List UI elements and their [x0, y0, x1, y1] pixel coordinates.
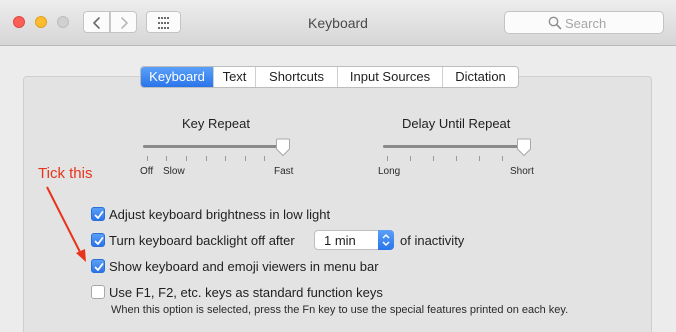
slider-tick — [245, 156, 246, 161]
slider-knob-shape — [517, 138, 531, 157]
key-repeat-title: Key Repeat — [182, 116, 250, 131]
delay-short-label: Short — [510, 166, 534, 177]
tab-dictation[interactable]: Dictation — [442, 67, 518, 87]
slider-tick — [433, 156, 434, 161]
slider-tick — [206, 156, 207, 161]
delay-slider-track[interactable] — [383, 145, 524, 148]
key-repeat-off-label: Off — [140, 166, 154, 177]
checkmark-icon — [94, 263, 104, 271]
slider-tick — [166, 156, 167, 161]
search-icon — [548, 16, 562, 30]
inactivity-label: of inactivity — [400, 233, 465, 248]
brightness-checkbox[interactable] — [91, 207, 105, 221]
slider-tick — [456, 156, 457, 161]
function-keys-note: When this option is selected, press the … — [111, 304, 569, 316]
viewers-checkbox[interactable] — [91, 259, 105, 273]
tab-text[interactable]: Text — [213, 67, 255, 87]
tab-bar: Keyboard Text Shortcuts Input Sources Di… — [140, 66, 519, 88]
slider-knob-shape — [276, 138, 290, 157]
key-repeat-slow-label: Slow — [163, 166, 185, 177]
function-keys-checkbox[interactable] — [91, 285, 105, 299]
slider-tick — [479, 156, 480, 161]
backlight-timeout-value: 1 min — [324, 233, 356, 248]
popup-arrows — [378, 230, 394, 250]
backlight-timeout-popup[interactable]: 1 min — [314, 230, 394, 250]
preferences-window: Keyboard Search Keyboard Text Shortcuts … — [0, 0, 676, 332]
slider-tick — [147, 156, 148, 161]
slider-tick — [410, 156, 411, 161]
key-repeat-slider-knob[interactable] — [275, 138, 291, 157]
key-repeat-slider-track[interactable] — [143, 145, 283, 148]
backlight-checkbox[interactable] — [91, 233, 105, 247]
delay-until-repeat-title: Delay Until Repeat — [402, 116, 511, 131]
viewers-option-label[interactable]: Show keyboard and emoji viewers in menu … — [109, 259, 379, 274]
delay-long-label: Long — [378, 166, 401, 177]
search-field[interactable]: Search — [504, 11, 664, 34]
annotation-arrow-icon — [46, 186, 86, 262]
key-repeat-fast-label: Fast — [274, 166, 294, 177]
backlight-option-label[interactable]: Turn keyboard backlight off after — [109, 233, 295, 248]
delay-slider-knob[interactable] — [516, 138, 532, 157]
tab-input-sources[interactable]: Input Sources — [337, 67, 442, 87]
checkmark-icon — [94, 237, 104, 245]
slider-tick — [264, 156, 265, 161]
search-placeholder: Search — [565, 16, 607, 31]
brightness-option-label[interactable]: Adjust keyboard brightness in low light — [109, 207, 330, 222]
tab-keyboard[interactable]: Keyboard — [141, 67, 213, 87]
function-keys-option-label[interactable]: Use F1, F2, etc. keys as standard functi… — [109, 285, 383, 300]
tab-shortcuts[interactable]: Shortcuts — [255, 67, 337, 87]
checkmark-icon — [94, 211, 104, 219]
slider-tick — [387, 156, 388, 161]
title-bar: Keyboard Search — [0, 0, 676, 46]
slider-tick — [502, 156, 503, 161]
annotation-label: Tick this — [38, 165, 93, 182]
slider-tick — [186, 156, 187, 161]
key-repeat-slider-fill — [143, 145, 283, 148]
delay-slider-fill — [383, 145, 524, 148]
slider-tick — [225, 156, 226, 161]
up-down-arrows-icon — [382, 234, 390, 246]
